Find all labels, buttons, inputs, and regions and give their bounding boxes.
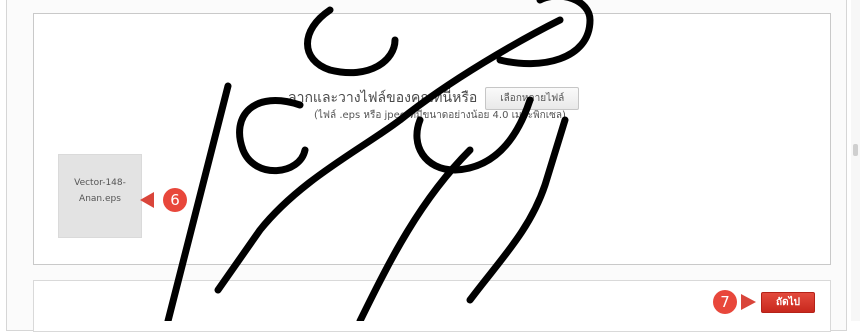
uploaded-file-thumbnail[interactable]: Vector-148- Anan.eps [58,154,142,238]
file-requirements-hint: (ไฟล์ .eps หรือ jpeg ที่มีขนาดอย่างน้อย … [314,110,566,121]
scrollbar-track[interactable] [851,0,860,321]
arrow-right-icon [741,294,756,310]
next-button[interactable]: ถัดไป [761,292,815,313]
file-name-line-2: Anan.eps [79,194,121,204]
drop-zone[interactable] [33,13,831,265]
arrow-left-icon [140,192,154,208]
step-7-badge: 7 [713,290,737,314]
drop-label: ลากและวางไฟล์ของคุณที่นี่หรือ [288,90,478,106]
step-6-badge: 6 [163,188,187,212]
footer-bar [33,280,831,332]
file-name-line-1: Vector-148- [74,178,126,188]
scrollbar-thumb[interactable] [853,144,858,156]
choose-files-button[interactable]: เลือกหลายไฟล์ [485,86,580,110]
drop-instruction-row: ลากและวางไฟล์ของคุณที่นี่หรือ เลือกหลายไ… [288,86,580,110]
